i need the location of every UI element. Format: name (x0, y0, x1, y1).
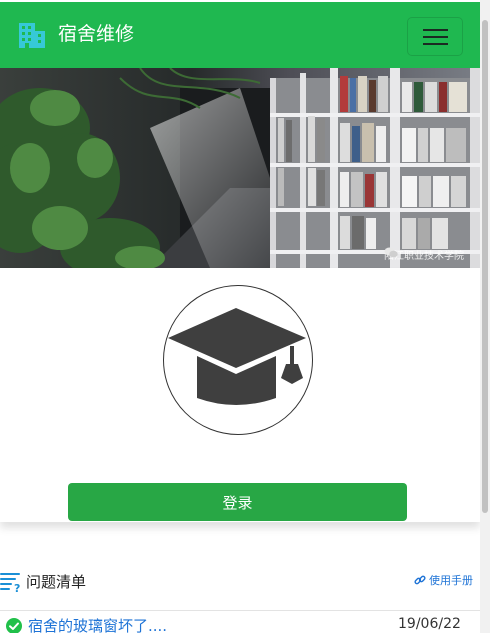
issue-list-title: 问题清单 (26, 573, 87, 591)
building-icon (19, 23, 45, 48)
user-manual-label: 使用手册 (429, 574, 473, 587)
hamburger-bar (423, 36, 448, 38)
issue-title-link[interactable]: 宿舍的玻璃窗坏了.... (28, 615, 167, 633)
app-title: 宿舍维修 (58, 23, 135, 45)
issue-date: 19/06/22 (398, 616, 461, 632)
list-item[interactable]: 宿舍的玻璃窗坏了.... 19/06/22 (0, 611, 480, 633)
banner-watermark: 阳江职业技术学院 (384, 247, 464, 262)
graduation-cap-icon (168, 308, 306, 405)
svg-text:?: ? (14, 582, 20, 593)
login-button[interactable]: 登录 (68, 483, 407, 521)
login-card: 登录 (0, 268, 480, 522)
app-page: 宿舍维修 阳江职业技术学院 登录 ? 问题清单 使用手册 宿舍的玻璃窗坏了...… (0, 0, 490, 633)
avatar (163, 285, 313, 435)
library-bookshelves-photo (0, 68, 480, 268)
wechat-icon (384, 247, 398, 258)
issue-list-header: ? 问题清单 使用手册 (0, 566, 480, 596)
hamburger-menu-icon (423, 29, 448, 31)
check-circle-icon (6, 618, 22, 633)
link-icon (414, 575, 426, 585)
hamburger-bar (423, 43, 448, 45)
top-navbar: 宿舍维修 (0, 2, 480, 68)
banner-image: 阳江职业技术学院 (0, 68, 480, 268)
question-list-icon: ? (0, 573, 20, 593)
scrollbar-thumb[interactable] (482, 20, 488, 513)
user-manual-link[interactable]: 使用手册 (414, 572, 473, 588)
page-scrollbar[interactable] (480, 0, 490, 633)
navbar-toggle-button[interactable] (407, 17, 463, 56)
